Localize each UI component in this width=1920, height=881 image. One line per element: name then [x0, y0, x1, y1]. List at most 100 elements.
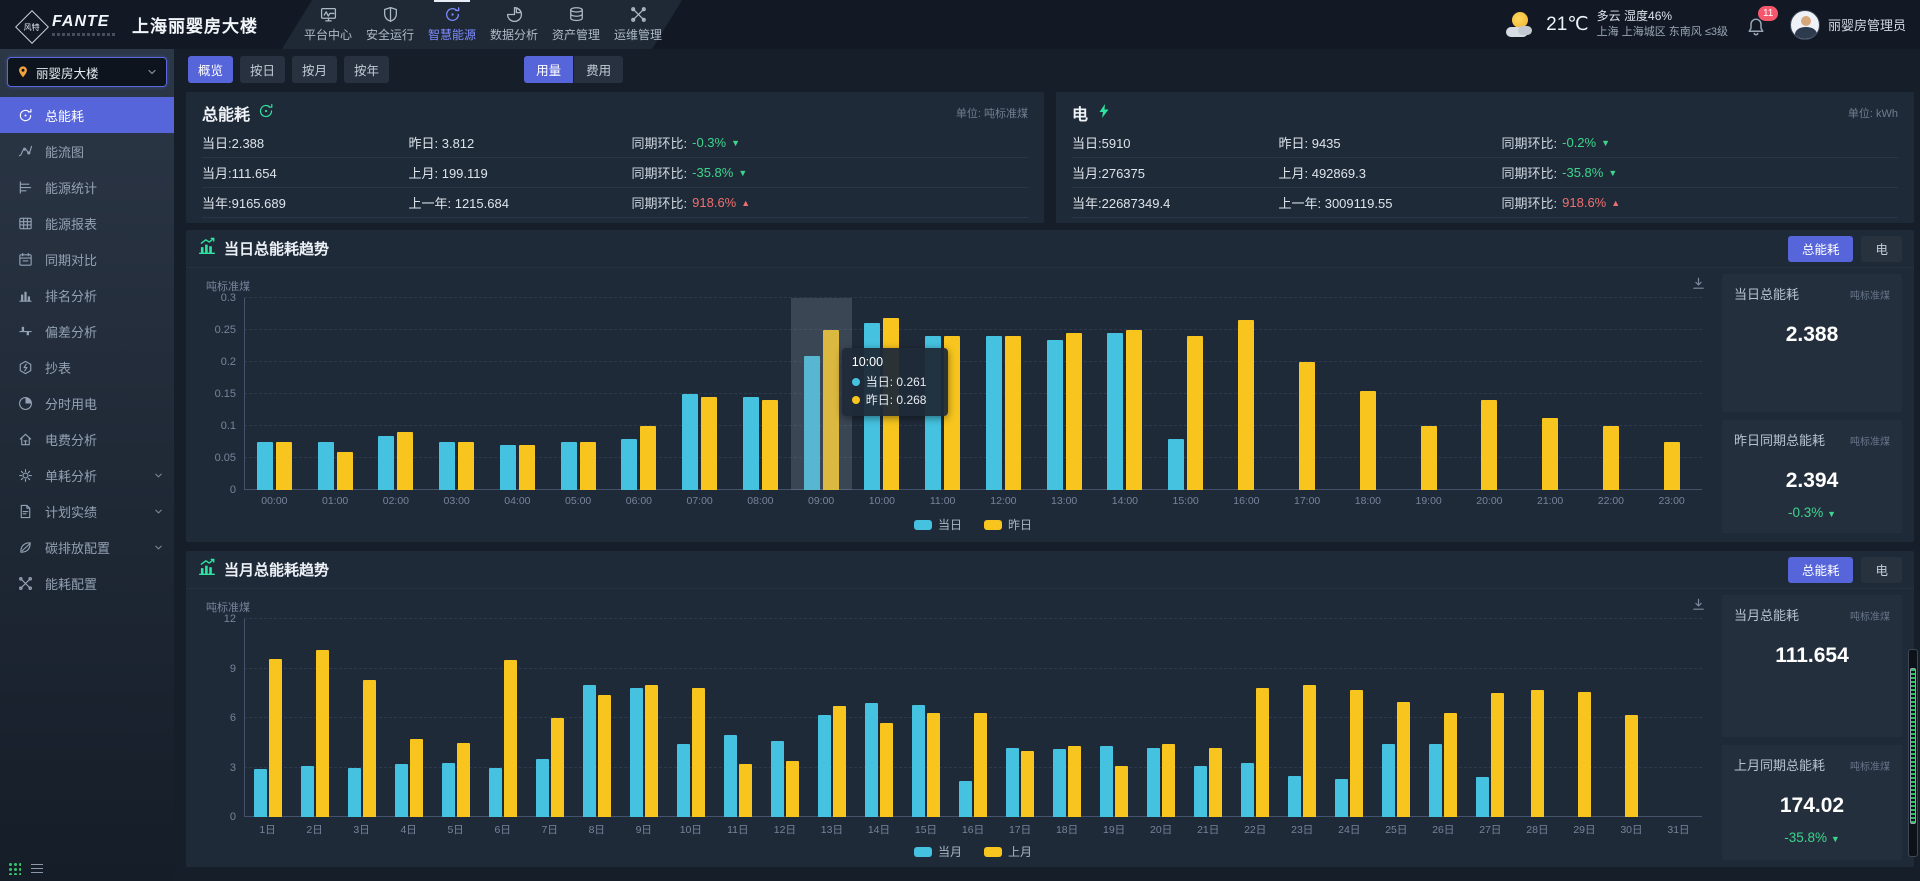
tab-1[interactable]: 概览	[188, 56, 233, 83]
bar-当月-8日[interactable]	[583, 685, 596, 817]
sidebar-item-2[interactable]: 能流图	[0, 133, 174, 169]
total-energy-button[interactable]: 总能耗	[1788, 557, 1854, 583]
bar-上月-15日[interactable]	[927, 713, 940, 817]
bar-昨日-18:00[interactable]	[1360, 391, 1376, 490]
electricity-button[interactable]: 电	[1861, 557, 1902, 583]
bar-昨日-00:00[interactable]	[276, 442, 292, 490]
download-icon[interactable]	[1691, 276, 1706, 296]
weather-widget[interactable]: 21℃ 多云 湿度46% 上海 上海城区 东南风 ≤3级	[1504, 10, 1728, 38]
electricity-button[interactable]: 电	[1861, 236, 1902, 262]
notifications-button[interactable]: 11	[1746, 10, 1772, 40]
bar-当月-9日[interactable]	[630, 688, 643, 817]
bar-当月-26日[interactable]	[1429, 744, 1442, 817]
bar-上月-5日[interactable]	[457, 743, 470, 817]
bar-当月-1日[interactable]	[254, 769, 267, 817]
bar-上月-30日[interactable]	[1625, 715, 1638, 817]
bar-上月-10日[interactable]	[692, 688, 705, 817]
sidebar-item-8[interactable]: 抄表	[0, 349, 174, 385]
bar-上月-14日[interactable]	[880, 723, 893, 817]
tab-4[interactable]: 按年	[344, 56, 389, 83]
bar-当月-23日[interactable]	[1288, 776, 1301, 817]
bar-当日-13:00[interactable]	[1047, 340, 1063, 490]
bar-昨日-08:00[interactable]	[762, 400, 778, 490]
bar-昨日-23:00[interactable]	[1664, 442, 1680, 490]
bar-当月-5日[interactable]	[442, 763, 455, 817]
bar-昨日-16:00[interactable]	[1238, 320, 1254, 490]
nav-item-5[interactable]: 资产管理	[548, 0, 604, 49]
nav-item-1[interactable]: 平台中心	[300, 0, 356, 49]
sidebar-item-1[interactable]: 总能耗	[0, 97, 174, 133]
bar-当月-16日[interactable]	[959, 781, 972, 817]
bar-昨日-22:00[interactable]	[1603, 426, 1619, 490]
bar-当月-18日[interactable]	[1053, 749, 1066, 817]
bar-当月-2日[interactable]	[301, 766, 314, 817]
legend-item-昨日[interactable]: 昨日	[984, 516, 1032, 533]
bar-当月-22日[interactable]	[1241, 763, 1254, 817]
mode-tab-1[interactable]: 用量	[524, 56, 573, 83]
download-icon[interactable]	[1691, 597, 1706, 617]
bar-当日-08:00[interactable]	[743, 397, 759, 490]
bar-昨日-19:00[interactable]	[1421, 426, 1437, 490]
bar-上月-23日[interactable]	[1303, 685, 1316, 817]
bar-上月-27日[interactable]	[1491, 693, 1504, 817]
mode-tab-2[interactable]: 费用	[574, 56, 623, 83]
bar-上月-4日[interactable]	[410, 739, 423, 817]
bar-当月-21日[interactable]	[1194, 766, 1207, 817]
bar-上月-11日[interactable]	[739, 764, 752, 817]
bar-当月-12日[interactable]	[771, 741, 784, 817]
total-energy-button[interactable]: 总能耗	[1788, 236, 1854, 262]
bar-上月-21日[interactable]	[1209, 748, 1222, 817]
bar-昨日-02:00[interactable]	[397, 432, 413, 490]
bar-上月-18日[interactable]	[1068, 746, 1081, 817]
bar-上月-2日[interactable]	[316, 650, 329, 817]
sidebar-item-3[interactable]: 能源统计	[0, 169, 174, 205]
bar-当月-15日[interactable]	[912, 705, 925, 817]
legend-item-当日[interactable]: 当日	[914, 516, 962, 533]
bar-当月-10日[interactable]	[677, 744, 690, 817]
sidebar-item-9[interactable]: 分时用电	[0, 385, 174, 421]
bar-当日-15:00[interactable]	[1168, 439, 1184, 490]
bar-当日-14:00[interactable]	[1107, 333, 1123, 490]
sidebar-item-13[interactable]: 碳排放配置	[0, 529, 174, 565]
bar-上月-29日[interactable]	[1578, 692, 1591, 817]
bar-昨日-13:00[interactable]	[1066, 333, 1082, 490]
logo[interactable]: 风特 FANTE	[14, 11, 116, 39]
bar-当日-06:00[interactable]	[621, 439, 637, 490]
bar-昨日-03:00[interactable]	[458, 442, 474, 490]
bar-当日-07:00[interactable]	[682, 394, 698, 490]
bar-上月-9日[interactable]	[645, 685, 658, 817]
sidebar-item-6[interactable]: 排名分析	[0, 277, 174, 313]
bar-上月-7日[interactable]	[551, 718, 564, 817]
bar-昨日-15:00[interactable]	[1187, 336, 1203, 490]
bar-昨日-05:00[interactable]	[580, 442, 596, 490]
bar-当月-13日[interactable]	[818, 715, 831, 817]
bar-当月-27日[interactable]	[1476, 777, 1489, 817]
bar-当月-4日[interactable]	[395, 764, 408, 817]
nav-item-3[interactable]: 智慧能源	[424, 0, 480, 49]
bar-上月-22日[interactable]	[1256, 688, 1269, 817]
bar-昨日-20:00[interactable]	[1481, 400, 1497, 490]
bar-当月-14日[interactable]	[865, 703, 878, 817]
sidebar-item-14[interactable]: 能耗配置	[0, 565, 174, 601]
legend-item-当月[interactable]: 当月	[914, 843, 962, 860]
sidebar-item-12[interactable]: 计划实绩	[0, 493, 174, 529]
bar-昨日-06:00[interactable]	[640, 426, 656, 490]
bar-当月-11日[interactable]	[724, 735, 737, 818]
sidebar-item-11[interactable]: 单耗分析	[0, 457, 174, 493]
sidebar-item-7[interactable]: 偏差分析	[0, 313, 174, 349]
bar-上月-6日[interactable]	[504, 660, 517, 817]
bar-昨日-14:00[interactable]	[1126, 330, 1142, 490]
bar-昨日-21:00[interactable]	[1542, 418, 1558, 490]
bar-昨日-17:00[interactable]	[1299, 362, 1315, 490]
bar-当日-12:00[interactable]	[986, 336, 1002, 490]
bar-当日-02:00[interactable]	[378, 436, 394, 490]
bar-上月-19日[interactable]	[1115, 766, 1128, 817]
bar-上月-16日[interactable]	[974, 713, 987, 817]
bar-当日-00:00[interactable]	[257, 442, 273, 490]
bar-上月-3日[interactable]	[363, 680, 376, 817]
nav-item-2[interactable]: 安全运行	[362, 0, 418, 49]
bar-上月-12日[interactable]	[786, 761, 799, 817]
bar-当月-24日[interactable]	[1335, 779, 1348, 817]
bar-上月-1日[interactable]	[269, 659, 282, 817]
legend-item-上月[interactable]: 上月	[984, 843, 1032, 860]
